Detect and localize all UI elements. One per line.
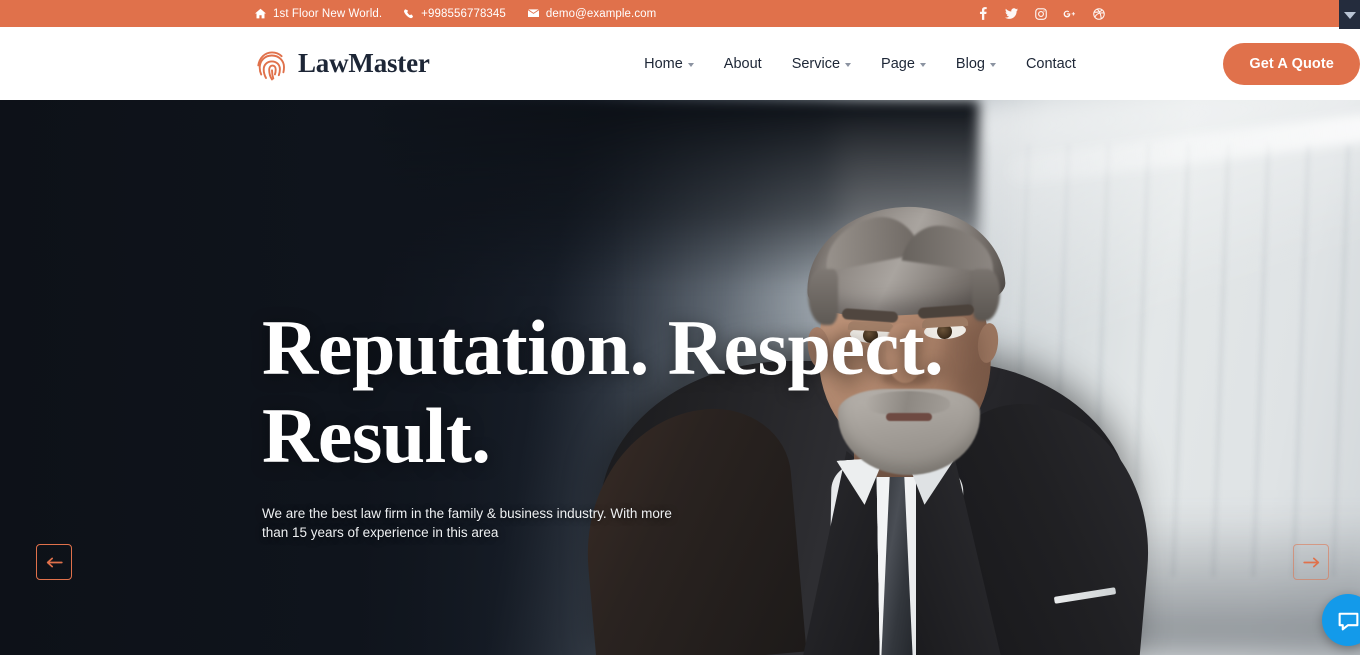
email-info[interactable]: demo@example.com: [527, 7, 657, 20]
nav-label-home: Home: [644, 55, 683, 72]
nav-item-home[interactable]: Home: [644, 56, 694, 72]
nav-label-service: Service: [791, 55, 841, 72]
facebook-icon[interactable]: [976, 7, 989, 20]
main-navigation: Home About Service Page Blog Contact: [644, 56, 1076, 72]
get-a-quote-button[interactable]: Get A Quote: [1223, 42, 1360, 85]
top-info-bar: 1st Floor New World. +998556778345 demo@…: [0, 0, 1360, 27]
brand-logo[interactable]: LawMaster: [255, 46, 430, 82]
dribbble-icon[interactable]: [1092, 7, 1105, 20]
email-text: demo@example.com: [545, 7, 657, 20]
hero-title-line-1: Reputation. Respect.: [262, 304, 944, 391]
arrow-right-icon: [1302, 557, 1320, 568]
site-header: LawMaster Home About Service Page Blog C…: [0, 27, 1360, 100]
contact-info-group: 1st Floor New World. +998556778345 demo@…: [255, 8, 656, 20]
edge-panel-toggle[interactable]: [1339, 0, 1360, 29]
nav-item-page[interactable]: Page: [881, 56, 926, 72]
social-links-group: [976, 7, 1360, 20]
chat-bubble-icon: [1336, 608, 1360, 633]
slider-next-button[interactable]: [1293, 544, 1329, 580]
instagram-icon[interactable]: [1034, 7, 1047, 20]
page-root: 1st Floor New World. +998556778345 demo@…: [0, 0, 1360, 655]
address-text: 1st Floor New World.: [273, 7, 383, 20]
nav-item-service[interactable]: Service: [791, 55, 852, 72]
fingerprint-icon: [255, 46, 289, 82]
hero-slider: Reputation. Respect. Result. We are the …: [0, 100, 1360, 655]
nav-label-about: About: [723, 55, 762, 72]
chevron-down-icon: [845, 63, 852, 67]
envelope-icon: [527, 9, 539, 18]
home-icon: [255, 8, 266, 19]
address-info[interactable]: 1st Floor New World.: [255, 8, 382, 20]
phone-text: +998556778345: [421, 7, 506, 20]
twitter-icon[interactable]: [1005, 7, 1018, 20]
arrow-left-icon: [46, 557, 63, 568]
nav-item-about[interactable]: About: [724, 56, 762, 72]
nav-label-contact: Contact: [1025, 55, 1076, 72]
nav-item-blog[interactable]: Blog: [956, 56, 996, 72]
slider-prev-button[interactable]: [36, 544, 72, 580]
header-inner: LawMaster Home About Service Page Blog C…: [255, 27, 1360, 100]
hero-subtitle: We are the best law firm in the family &…: [262, 506, 672, 540]
google-plus-icon[interactable]: [1063, 7, 1076, 20]
hero-content: Reputation. Respect. Result. We are the …: [262, 304, 982, 542]
hero-title-line-2: Result.: [262, 392, 491, 479]
chevron-down-icon: [687, 63, 694, 67]
nav-item-contact[interactable]: Contact: [1026, 56, 1076, 72]
phone-icon: [404, 8, 414, 19]
top-bar-inner: 1st Floor New World. +998556778345 demo@…: [255, 0, 1360, 27]
chevron-down-icon: [1343, 12, 1356, 19]
phone-info[interactable]: +998556778345: [404, 8, 506, 20]
nav-label-blog: Blog: [955, 55, 985, 72]
brand-name: LawMaster: [298, 48, 430, 78]
chevron-down-icon: [919, 63, 926, 67]
chevron-down-icon: [989, 63, 996, 67]
nav-label-page: Page: [881, 55, 915, 72]
